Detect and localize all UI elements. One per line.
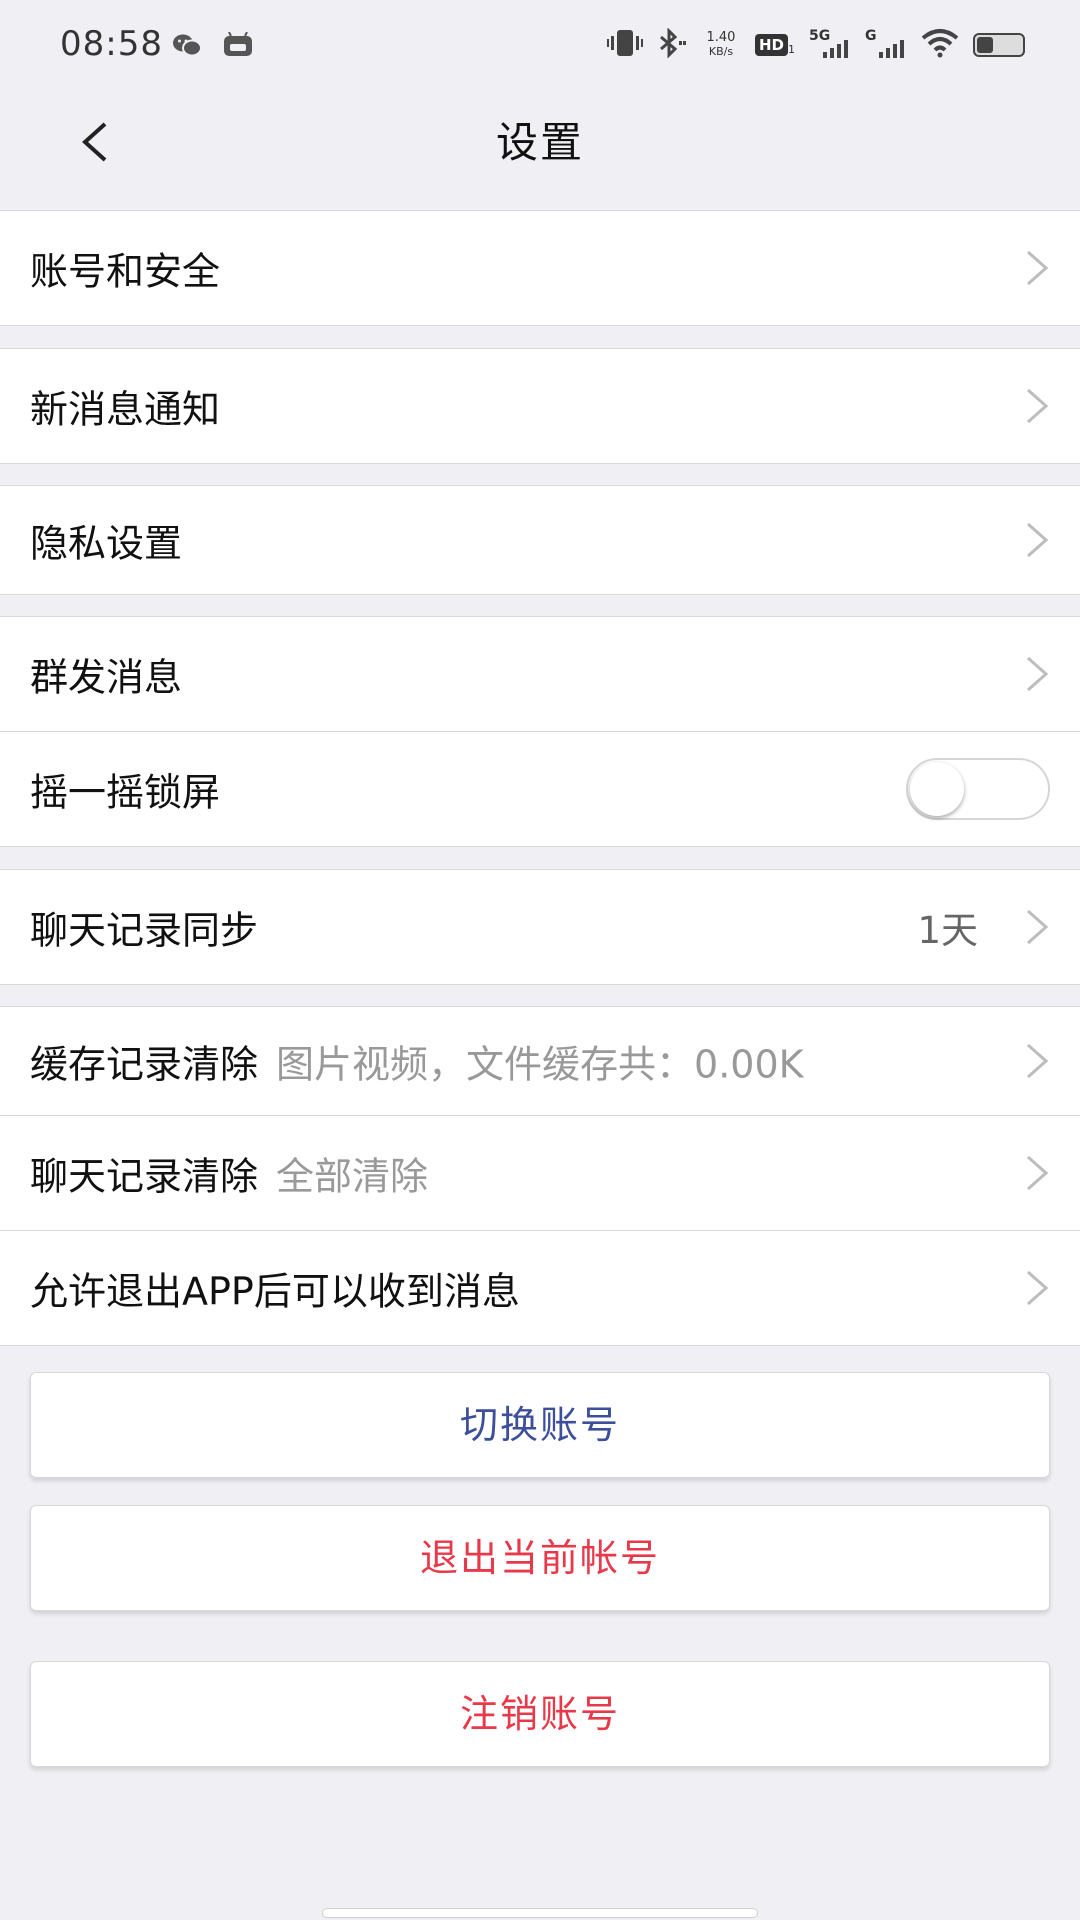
chevron-right-icon [1027,388,1049,424]
chevron-right-icon [1027,250,1049,286]
wifi-icon [921,28,959,62]
account-security-label: 账号和安全 [30,249,221,294]
privacy-settings-row[interactable]: 隐私设置 [0,485,1080,595]
hd-badge: HD [754,34,788,56]
status-bar: 08:58 1.40 KB/s HD 1 5G G [0,0,1080,95]
shake-lock-label: 摇一摇锁屏 [30,770,221,815]
cache-clear-label: 缓存记录清除 [30,1042,259,1087]
chevron-right-icon [1027,656,1049,692]
bluetooth-icon [657,27,687,62]
cache-clear-row[interactable]: 缓存记录清除 图片视频，文件缓存共：0.00K [0,1006,1080,1116]
broadcast-message-row[interactable]: 群发消息 [0,616,1080,732]
status-time: 08:58 [60,24,163,64]
app-notification-icon [222,31,254,62]
switch-account-button[interactable]: 切换账号 [30,1372,1050,1478]
battery-icon [973,33,1025,57]
chat-sync-value: 1天 [917,909,978,952]
nav-bar: 设置 [0,95,1080,195]
deregister-account-button[interactable]: 注销账号 [30,1661,1050,1767]
chevron-right-icon [1027,1155,1049,1191]
new-message-notification-row[interactable]: 新消息通知 [0,348,1080,464]
signal-g-icon: G [865,28,907,62]
page-title: 设置 [495,118,584,167]
chat-clear-label-group: 聊天记录清除 全部清除 [30,1146,428,1201]
chevron-right-icon [1027,1043,1049,1079]
background-receive-label: 允许退出APP后可以收到消息 [30,1269,520,1314]
status-right-icons: 1.40 KB/s HD 1 5G G [606,27,1025,62]
chat-clear-detail: 全部清除 [276,1154,429,1199]
new-message-notification-label: 新消息通知 [30,387,221,432]
battery-level [977,37,993,53]
broadcast-message-label: 群发消息 [30,655,183,700]
network-speed-unit: KB/s [708,45,734,58]
chat-sync-label: 聊天记录同步 [30,908,259,953]
signal-5g-icon: 5G [809,28,851,62]
wechat-icon [172,32,202,62]
status-left-icons [172,31,254,62]
logout-button[interactable]: 退出当前帐号 [30,1505,1050,1611]
chevron-right-icon [1027,522,1049,558]
chevron-right-icon [1027,909,1049,945]
chat-sync-row[interactable]: 聊天记录同步 1天 [0,869,1080,985]
account-security-row[interactable]: 账号和安全 [0,210,1080,326]
network-speed: 1.40 KB/s [701,31,741,59]
shake-lock-row: 摇一摇锁屏 [0,731,1080,847]
chat-clear-row[interactable]: 聊天记录清除 全部清除 [0,1115,1080,1231]
home-indicator[interactable] [322,1908,758,1918]
cache-clear-detail: 图片视频，文件缓存共：0.00K [276,1042,804,1087]
chat-clear-label: 聊天记录清除 [30,1154,259,1199]
shake-lock-toggle[interactable] [906,758,1050,820]
network-speed-value: 1.40 [706,30,736,45]
cache-clear-label-group: 缓存记录清除 图片视频，文件缓存共：0.00K [30,1034,804,1089]
hd-sub: 1 [788,43,795,56]
hd-icon: HD 1 [754,34,795,56]
privacy-settings-label: 隐私设置 [30,521,183,566]
chevron-right-icon [1027,1270,1049,1306]
background-receive-row[interactable]: 允许退出APP后可以收到消息 [0,1230,1080,1346]
vibrate-icon [606,28,643,62]
toggle-knob [910,762,964,816]
